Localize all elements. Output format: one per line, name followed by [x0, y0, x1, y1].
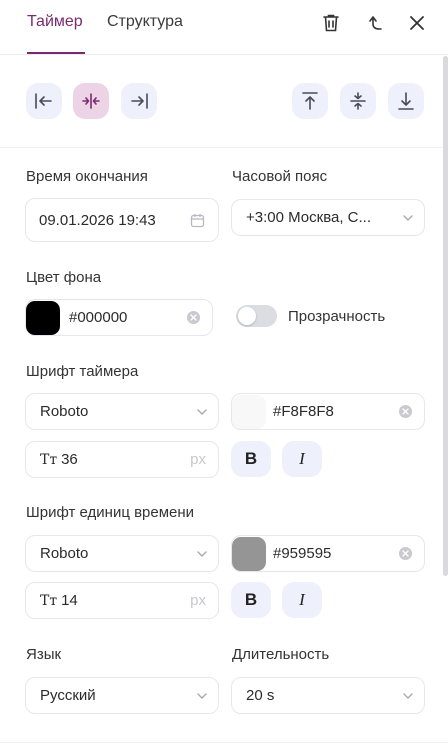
- panel-header: Таймер Структура: [0, 0, 448, 55]
- section-divider: [0, 147, 448, 148]
- chevron-down-icon: [197, 693, 207, 699]
- language-select[interactable]: Русский: [25, 677, 219, 714]
- language-value: Русский: [40, 687, 96, 704]
- align-top-button[interactable]: [292, 83, 328, 119]
- end-time-value: 09.01.2026 19:43: [39, 211, 156, 229]
- size-unit: px: [190, 451, 206, 468]
- align-center-v-button[interactable]: [340, 83, 376, 119]
- align-left-button[interactable]: [26, 83, 62, 119]
- bg-color-label: Цвет фона: [26, 269, 102, 286]
- transparency-label: Прозрачность: [288, 308, 386, 325]
- clear-icon[interactable]: [399, 405, 412, 418]
- font-size-icon: Tт: [40, 451, 58, 468]
- scrollbar[interactable]: [443, 56, 448, 576]
- active-tab-indicator: [27, 52, 85, 54]
- duration-value: 20 s: [246, 687, 275, 704]
- transparency-toggle[interactable]: [236, 305, 277, 327]
- bg-color-value: #000000: [69, 309, 128, 326]
- timer-font-select[interactable]: Roboto: [25, 393, 219, 430]
- units-font-color-swatch[interactable]: [232, 536, 266, 571]
- timer-font-color-field[interactable]: #F8F8F8: [231, 393, 425, 430]
- language-label: Язык: [26, 646, 62, 663]
- timer-font-color-swatch[interactable]: [232, 394, 266, 429]
- units-font-size-value: 14: [61, 592, 78, 609]
- align-right-icon: [131, 93, 148, 109]
- timer-font-color-value: #F8F8F8: [273, 403, 334, 420]
- bg-color-swatch[interactable]: [26, 300, 60, 335]
- tab-structure[interactable]: Структура: [107, 12, 183, 32]
- timer-font-size-value: 36: [61, 451, 78, 468]
- units-font-value: Roboto: [40, 545, 89, 562]
- chevron-down-icon: [197, 409, 207, 415]
- units-font-size-input[interactable]: Tт 14 px: [25, 582, 219, 619]
- clear-icon[interactable]: [399, 547, 412, 560]
- units-italic-button[interactable]: I: [282, 582, 322, 618]
- align-left-icon: [35, 93, 52, 109]
- align-center-v-icon: [350, 92, 366, 110]
- bg-color-field[interactable]: #000000: [25, 299, 213, 336]
- chevron-down-icon: [197, 551, 207, 557]
- timezone-value: +3:00 Москва, С...: [246, 209, 372, 226]
- size-unit: px: [190, 592, 206, 609]
- align-bottom-icon: [398, 92, 414, 110]
- end-time-label: Время окончания: [26, 168, 148, 185]
- units-font-color-field[interactable]: #959595: [231, 535, 425, 572]
- toggle-knob: [238, 307, 256, 325]
- timer-font-label: Шрифт таймера: [26, 363, 139, 380]
- timer-font-value: Roboto: [40, 403, 89, 420]
- bottom-divider: [0, 742, 448, 743]
- units-font-select[interactable]: Roboto: [25, 535, 219, 572]
- duration-label: Длительность: [232, 646, 330, 663]
- calendar-icon: [190, 214, 205, 228]
- align-bottom-button[interactable]: [388, 83, 424, 119]
- chevron-down-icon: [403, 215, 413, 221]
- undo-icon[interactable]: [364, 12, 386, 34]
- timezone-label: Часовой пояс: [232, 168, 328, 185]
- units-font-color-value: #959595: [273, 545, 332, 562]
- duration-select[interactable]: 20 s: [231, 677, 425, 714]
- units-bold-button[interactable]: B: [231, 582, 271, 618]
- timezone-select[interactable]: +3:00 Москва, С...: [231, 199, 425, 236]
- clear-icon[interactable]: [187, 311, 200, 324]
- timer-italic-button[interactable]: I: [282, 441, 322, 477]
- timer-font-size-input[interactable]: Tт 36 px: [25, 441, 219, 478]
- tab-timer[interactable]: Таймер: [27, 12, 83, 32]
- units-font-label: Шрифт единиц времени: [26, 504, 195, 521]
- timer-bold-button[interactable]: B: [231, 441, 271, 477]
- end-time-input[interactable]: 09.01.2026 19:43: [25, 198, 219, 242]
- align-center-h-icon: [82, 93, 100, 109]
- trash-icon[interactable]: [320, 12, 342, 34]
- align-top-icon: [302, 92, 318, 110]
- chevron-down-icon: [403, 693, 413, 699]
- align-center-h-button[interactable]: [73, 83, 109, 119]
- align-right-button[interactable]: [121, 83, 157, 119]
- close-icon[interactable]: [406, 12, 428, 34]
- font-size-icon: Tт: [40, 592, 58, 609]
